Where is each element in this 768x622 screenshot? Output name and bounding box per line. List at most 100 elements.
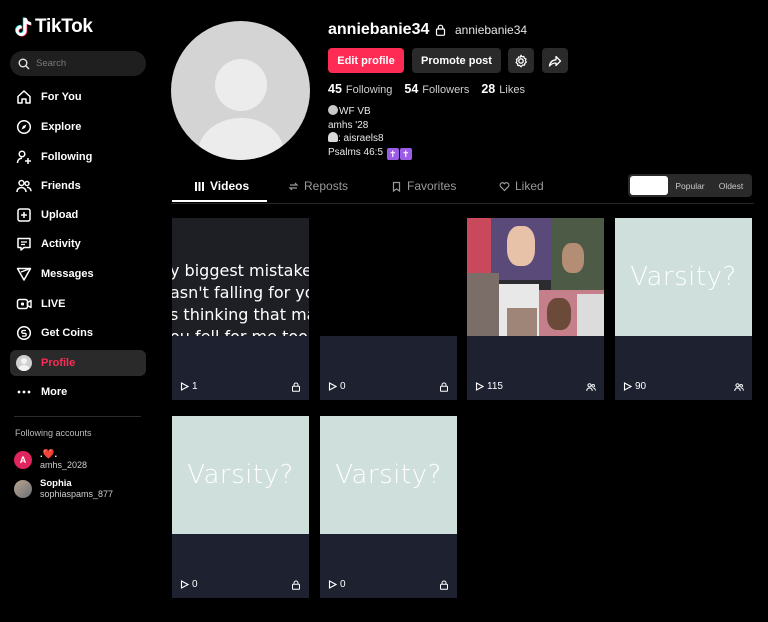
cross-icon: ✝ — [386, 147, 399, 160]
nav-upload[interactable]: Upload — [10, 202, 146, 228]
sort-oldest[interactable]: Oldest — [712, 176, 750, 195]
heart-icon — [499, 181, 510, 191]
nav-label: Following — [41, 151, 93, 163]
following-accounts-title: Following accounts — [15, 428, 92, 438]
play-icon — [180, 580, 189, 589]
edit-profile-button[interactable]: Edit profile — [328, 48, 404, 73]
tab-favorites[interactable]: Favorites — [391, 179, 456, 193]
video-caption-text: y biggest mistake asn't falling for yo s… — [172, 261, 309, 336]
tiktok-logo[interactable]: TikTok — [14, 16, 93, 38]
person-add-icon — [16, 150, 31, 164]
video-card[interactable]: y biggest mistake asn't falling for yo s… — [172, 218, 309, 400]
share-icon — [548, 55, 562, 67]
profile-handle: anniebanie34 — [455, 23, 528, 37]
nav-label: Upload — [41, 209, 79, 221]
nav-messages[interactable]: Messages — [10, 261, 146, 287]
nav-more[interactable]: More — [10, 379, 146, 405]
video-card[interactable]: Varsity? 0 — [320, 416, 457, 598]
bio-line: amhs '28 — [328, 119, 369, 131]
lock-icon — [292, 580, 300, 590]
bio-line: : aisraels8 — [328, 132, 412, 146]
grid-icon — [195, 181, 204, 191]
tab-videos[interactable]: Videos — [194, 179, 249, 193]
cross-icon: ✝ — [399, 147, 412, 160]
promote-post-button[interactable]: Promote post — [412, 48, 501, 73]
followers-stat[interactable]: 54 Followers — [404, 82, 469, 96]
sort-segmented-control: Latest Popular Oldest — [628, 174, 752, 197]
video-thumbnail: Varsity? — [172, 416, 309, 534]
live-icon — [16, 298, 32, 310]
search-box[interactable] — [10, 51, 146, 76]
logo-text: TikTok — [35, 16, 93, 37]
video-caption-text: Varsity? — [630, 262, 737, 292]
upload-icon — [17, 208, 31, 222]
video-thumbnail: Varsity? — [320, 416, 457, 534]
lock-icon — [440, 580, 448, 590]
friends-icon — [16, 179, 32, 193]
volleyball-icon — [328, 105, 338, 115]
play-icon — [328, 382, 337, 391]
profile-stats: 45 Following 54 Followers 28 Likes — [328, 82, 525, 96]
avatar-placeholder-body — [198, 118, 284, 160]
nav-label: Profile — [41, 357, 76, 369]
lock-icon — [435, 24, 446, 36]
search-icon — [18, 58, 30, 69]
avatar — [14, 480, 32, 498]
home-icon — [17, 90, 31, 104]
following-label: Following — [345, 84, 393, 96]
lock-icon — [292, 382, 300, 392]
repost-icon — [288, 182, 299, 190]
sidebar-divider — [14, 416, 141, 417]
tab-reposts[interactable]: Reposts — [288, 179, 348, 193]
play-icon — [180, 382, 189, 391]
nav-for-you[interactable]: For You — [10, 84, 146, 110]
likes-label: Likes — [499, 84, 525, 96]
view-count: 115 — [475, 381, 503, 392]
video-card[interactable]: 115 — [467, 218, 604, 400]
video-card[interactable]: Varsity? 0 — [172, 416, 309, 598]
gear-icon — [515, 54, 527, 67]
nav-live[interactable]: LIVE — [10, 291, 146, 317]
nav-label: Explore — [41, 121, 82, 133]
view-count: 0 — [328, 579, 346, 590]
nav-friends[interactable]: Friends — [10, 173, 146, 199]
account-handle: amhs_2028 — [40, 460, 88, 470]
profile-bio: WF VB amhs '28 : aisraels8 Psalms 46:5 ✝… — [328, 105, 412, 160]
video-card[interactable]: 0 — [320, 218, 457, 400]
followers-count: 54 — [404, 82, 419, 96]
avatar — [16, 355, 32, 371]
share-button[interactable] — [542, 48, 568, 73]
friends-icon — [586, 382, 596, 391]
profile-username: anniebanie34 — [328, 21, 430, 38]
nav-profile[interactable]: Profile — [10, 350, 146, 376]
tab-liked[interactable]: Liked — [499, 179, 544, 193]
nav-explore[interactable]: Explore — [10, 114, 146, 140]
search-input[interactable] — [36, 58, 136, 69]
video-thumbnail — [320, 218, 457, 336]
following-account[interactable]: A .❤️. amhs_2028 — [14, 449, 87, 471]
play-icon — [475, 382, 484, 391]
lock-icon — [440, 382, 448, 392]
tiktok-note-icon — [15, 17, 32, 37]
sort-popular[interactable]: Popular — [668, 176, 712, 195]
likes-stat: 28 Likes — [481, 82, 525, 96]
nav-activity[interactable]: Activity — [10, 231, 146, 257]
video-card[interactable]: Varsity? 90 — [615, 218, 752, 400]
friends-icon — [734, 382, 744, 391]
more-icon — [17, 390, 31, 394]
account-handle: sophiaspams_877 — [40, 489, 114, 499]
nav-get-coins[interactable]: Get Coins — [10, 320, 146, 346]
profile-avatar[interactable] — [171, 21, 310, 160]
sort-latest[interactable]: Latest — [630, 176, 668, 195]
settings-button[interactable] — [508, 48, 534, 73]
sidebar: TikTok For You Explore Following Friends… — [0, 0, 156, 622]
following-stat[interactable]: 45 Following — [328, 82, 392, 96]
video-thumbnail: y biggest mistake asn't falling for yo s… — [172, 218, 309, 336]
view-count: 0 — [328, 381, 346, 392]
video-caption-text: Varsity? — [335, 460, 442, 490]
nav-label: LIVE — [41, 298, 66, 310]
compass-icon — [16, 119, 32, 135]
following-account[interactable]: Sophia sophiaspams_877 — [14, 478, 113, 500]
bio-line: Psalms 46:5 ✝ ✝ — [328, 146, 412, 160]
nav-following[interactable]: Following — [10, 144, 146, 170]
